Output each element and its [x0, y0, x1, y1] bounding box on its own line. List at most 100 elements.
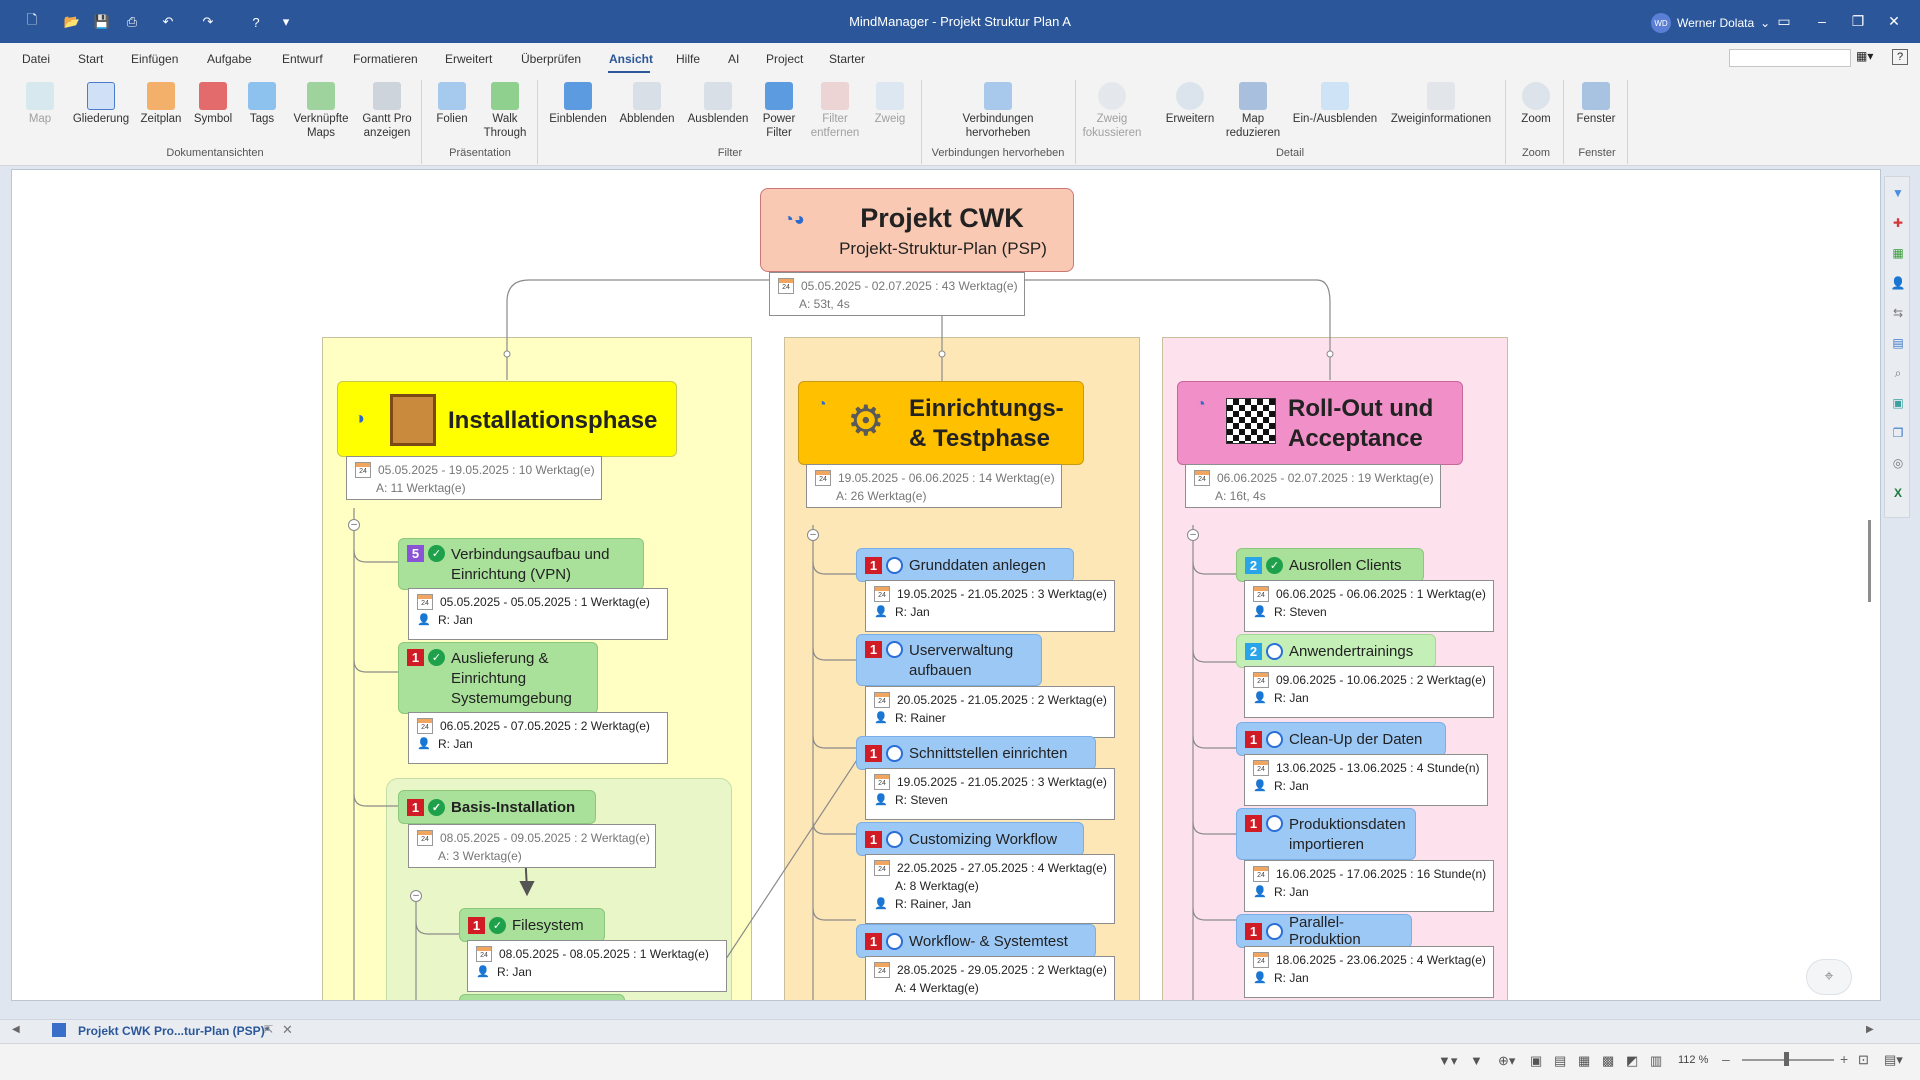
symbol-button[interactable]: Symbol — [190, 82, 236, 126]
map-canvas[interactable]: ◔◕ Projekt CWK Projekt-Struktur-Plan (PS… — [11, 169, 1881, 1001]
close-tab-icon[interactable]: ✕ — [282, 1022, 293, 1038]
menu-hilfe[interactable]: Hilfe — [676, 52, 700, 66]
fit-map-icon[interactable]: ⊡ — [1858, 1052, 1869, 1068]
einblenden-button[interactable]: Einblenden — [546, 82, 610, 126]
ein-ausblenden-button[interactable]: Ein-/Ausblenden — [1290, 82, 1380, 126]
zweig-button[interactable]: Zweig — [870, 82, 910, 126]
map-parts-icon[interactable]: ▣ — [1890, 395, 1906, 411]
menu-project[interactable]: Project — [766, 52, 803, 66]
redo-icon[interactable]: ↷ — [198, 12, 218, 32]
filter-icon[interactable]: ▼ — [1890, 185, 1906, 201]
calendar-icon[interactable]: ▦ — [1890, 245, 1906, 261]
menu-start[interactable]: Start — [78, 52, 103, 66]
location-pin-icon[interactable]: ⌖ — [1806, 959, 1852, 995]
browser-icon[interactable]: ◎ — [1890, 455, 1906, 471]
task-clean-up[interactable]: 1 Clean-Up der Daten — [1236, 722, 1446, 756]
print-icon[interactable]: ⎙ — [122, 12, 142, 32]
search-input[interactable] — [1729, 49, 1851, 67]
new-file-icon[interactable]: 🗋 — [22, 12, 42, 32]
folien-button[interactable]: Folien — [432, 82, 472, 126]
symbols-icon[interactable]: ✚ — [1890, 215, 1906, 231]
menu-erweitert[interactable]: Erweitert — [445, 52, 492, 66]
gliederung-button[interactable]: Gliederung — [70, 82, 132, 126]
restore-button[interactable]: ❐ — [1844, 9, 1872, 33]
customize-quick-access-icon[interactable]: ▾ — [276, 12, 296, 32]
zoom-out-icon[interactable]: – — [1722, 1051, 1730, 1067]
focus-status-icon[interactable]: ⊕▾ — [1498, 1053, 1515, 1069]
tags-button[interactable]: Tags — [244, 82, 280, 126]
view-gantt-icon[interactable]: ▥ — [1650, 1053, 1662, 1069]
layout-menu-icon[interactable]: ▤▾ — [1884, 1052, 1903, 1068]
view-map-icon[interactable]: ▣ — [1530, 1053, 1542, 1069]
zeitplan-button[interactable]: Zeitplan — [138, 82, 184, 126]
task-workflow-systemtest[interactable]: 1 Workflow- & Systemtest — [856, 924, 1096, 958]
zoom-in-icon[interactable]: + — [1840, 1051, 1848, 1067]
task-ausrollen[interactable]: 2 ✓ Ausrollen Clients — [1236, 548, 1424, 582]
task-anwendertrainings[interactable]: 2 Anwendertrainings — [1236, 634, 1436, 668]
library-icon[interactable]: ❐ — [1890, 425, 1906, 441]
scroll-left-icon[interactable]: ◀ — [12, 1024, 20, 1035]
help-icon[interactable]: ? — [246, 12, 266, 32]
phase-2-topic[interactable]: ◔ ⚙ Einrichtungs- & Testphase — [798, 381, 1084, 465]
task-info-icon[interactable]: ▤ — [1890, 335, 1906, 351]
excel-icon[interactable]: X — [1890, 485, 1906, 501]
filter-status-icon[interactable]: ▼▾ — [1438, 1053, 1457, 1069]
close-button[interactable]: ✕ — [1880, 9, 1908, 33]
view-schedule-icon[interactable]: ▦ — [1578, 1053, 1590, 1069]
task-customizing[interactable]: 1 Customizing Workflow — [856, 822, 1084, 856]
zweiginformationen-button[interactable]: Zweiginformationen — [1386, 82, 1496, 126]
root-topic[interactable]: ◔◕ Projekt CWK Projekt-Struktur-Plan (PS… — [760, 188, 1074, 272]
phase-1-topic[interactable]: ◑ Installationsphase — [337, 381, 677, 457]
menu-aufgabe[interactable]: Aufgabe — [207, 52, 252, 66]
task-produktionsdaten[interactable]: 1 Produktionsdaten importieren — [1236, 808, 1416, 860]
document-tab[interactable]: Projekt CWK Pro...tur-Plan (PSP)* — [78, 1024, 269, 1038]
save-icon[interactable]: 💾 — [92, 12, 112, 32]
abblenden-button[interactable]: Abblenden — [616, 82, 678, 126]
task-grunddaten[interactable]: 1 Grunddaten anlegen — [856, 548, 1074, 582]
user-account[interactable]: WD Werner Dolata ⌄ — [1651, 13, 1770, 33]
collapse-toggle[interactable]: – — [348, 519, 360, 531]
minimize-button[interactable]: – — [1808, 9, 1836, 33]
menu-ansicht[interactable]: Ansicht — [609, 52, 653, 66]
task-schnittstellen[interactable]: 1 Schnittstellen einrichten — [856, 736, 1096, 770]
open-file-icon[interactable]: 📂 — [62, 12, 82, 32]
relationships-icon[interactable]: ⇆ — [1890, 305, 1906, 321]
linked-maps-button[interactable]: Verknüpfte Maps — [288, 82, 354, 140]
task-vpn[interactable]: 5 ✓ Verbindungsaufbau und Einrichtung (VPN… — [398, 538, 644, 590]
power-filter-button[interactable]: Power Filter — [756, 82, 802, 140]
menu-ai[interactable]: AI — [728, 52, 739, 66]
view-symbol-icon[interactable]: ▩ — [1602, 1053, 1614, 1069]
menu-starter[interactable]: Starter — [829, 52, 865, 66]
task-filesystem[interactable]: 1 ✓ Filesystem — [459, 908, 605, 942]
help-icon[interactable]: ? — [1892, 49, 1908, 65]
scroll-right-icon[interactable]: ▶ — [1866, 1024, 1874, 1035]
view-outline-icon[interactable]: ▤ — [1554, 1053, 1566, 1069]
menu-formatieren[interactable]: Formatieren — [353, 52, 418, 66]
task-auslieferung[interactable]: 1 ✓ Auslieferung & Einrichtung Systemumgeb… — [398, 642, 598, 714]
fenster-button[interactable]: Fenster — [1572, 82, 1620, 126]
view-tags-icon[interactable]: ◩ — [1626, 1053, 1638, 1069]
menu-datei[interactable]: Datei — [22, 52, 50, 66]
collapse-toggle[interactable]: – — [410, 890, 422, 902]
resources-icon[interactable]: 👤 — [1890, 275, 1906, 291]
layout-options-icon[interactable]: ▦▾ — [1856, 49, 1878, 67]
phase-3-topic[interactable]: ◔ Roll-Out und Acceptance — [1177, 381, 1463, 465]
erweitern-button[interactable]: Erweitern — [1162, 82, 1218, 126]
verbindungen-button[interactable]: Verbindungen hervorheben — [950, 82, 1046, 140]
walk-through-button[interactable]: Walk Through — [480, 82, 530, 140]
search-icon[interactable]: ⌕ — [1890, 365, 1906, 381]
pin-tab-icon[interactable]: ⇱ — [264, 1023, 273, 1036]
menu-einfuegen[interactable]: Einfügen — [131, 52, 178, 66]
zoom-slider-thumb[interactable] — [1784, 1052, 1789, 1066]
menu-ueberpruefen[interactable]: Überprüfen — [521, 52, 581, 66]
collapse-toggle[interactable]: – — [1187, 529, 1199, 541]
task-parallel-produktion[interactable]: 1 Parallel- Produktion — [1236, 914, 1412, 948]
task-basis-installation[interactable]: 1 ✓ Basis-Installation — [398, 790, 596, 824]
menu-entwurf[interactable]: Entwurf — [282, 52, 323, 66]
ribbon-display-icon[interactable]: ▭ — [1770, 9, 1798, 33]
zweig-fokussieren-button[interactable]: Zweig fokussieren — [1082, 82, 1142, 140]
map-button[interactable]: Map — [24, 82, 56, 126]
task-next-partial[interactable] — [459, 994, 625, 1000]
gantt-button[interactable]: Gantt Pro anzeigen — [358, 82, 416, 140]
filter-entfernen-button[interactable]: Filter entfernen — [806, 82, 864, 140]
